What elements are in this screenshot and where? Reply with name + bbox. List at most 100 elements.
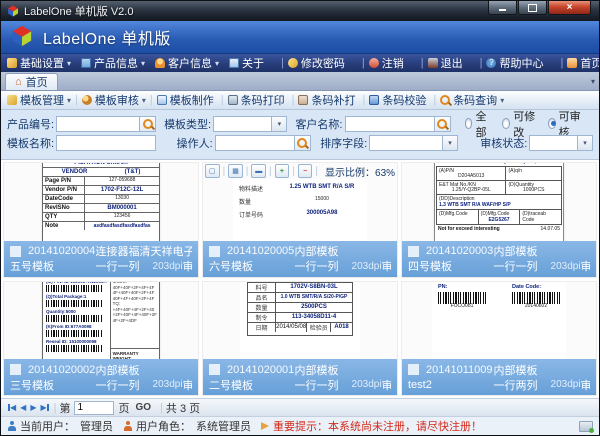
template-card[interactable]: 料号1702V-S8BN-03L 品名1.0 WTB SMT/R/A S/20-… bbox=[202, 281, 398, 397]
menu-customer-info[interactable]: 客户信息▾ bbox=[155, 55, 219, 71]
current-user: 管理员 bbox=[80, 418, 113, 434]
view-list-icon[interactable]: ▬ bbox=[251, 164, 266, 178]
zoom-ratio-label: 显示比例：63% bbox=[325, 164, 395, 179]
menu-change-password[interactable]: 修改密码 bbox=[288, 55, 348, 71]
tab-home[interactable]: ⌂ 首页 bbox=[5, 73, 58, 90]
card-checkbox[interactable] bbox=[209, 246, 220, 257]
card-footer: 20141020003内部模板 四号模板一行一列203dpi审核：✓ bbox=[402, 241, 596, 277]
app-window: LabelOne 单机版 V2.0 × LabelOne 单机版 基础设置▾ 产… bbox=[0, 0, 600, 436]
template-manage-icon bbox=[7, 95, 17, 105]
prev-page-button[interactable]: ◀ bbox=[20, 403, 26, 412]
product-no-search-button[interactable] bbox=[139, 116, 156, 132]
customer-input[interactable] bbox=[345, 116, 434, 132]
operator-input[interactable] bbox=[215, 135, 294, 151]
filter-panel: 产品编号: 模板类型: ▾ 客户名称: 全部 可修改 可审核 模板名称: 操作人… bbox=[1, 110, 599, 160]
template-type-select[interactable]: ▾ bbox=[213, 116, 287, 132]
status-bar: 当前用户： 管理员 用户角色： 系统管理员 重要提示：本系统尚未注册，请尽快注册… bbox=[1, 416, 599, 435]
role-icon bbox=[123, 421, 133, 431]
verify-icon bbox=[369, 95, 379, 105]
toolbar-template-audit[interactable]: 模板审核▾ bbox=[82, 92, 146, 108]
page-number-input[interactable] bbox=[74, 401, 114, 415]
card-checkbox[interactable] bbox=[209, 364, 220, 375]
window-title: LabelOne 单机版 V2.0 bbox=[24, 3, 133, 19]
app-logo-icon bbox=[11, 25, 33, 50]
menu-home-switch[interactable]: 首页切换▾ bbox=[567, 55, 600, 71]
toolbar-barcode-reprint[interactable]: 条码补打 bbox=[298, 92, 358, 108]
menu-basic-settings[interactable]: 基础设置▾ bbox=[7, 55, 71, 71]
printer-status-icon[interactable] bbox=[579, 421, 593, 432]
maximize-button[interactable] bbox=[518, 1, 547, 15]
menu-bar: 基础设置▾ 产品信息▾ 客户信息▾ 关于| 修改密码| 注销| 退出| ?帮助中… bbox=[1, 54, 599, 72]
template-card[interactable]: E&T E&T Electronics(Suzhou) Co.,Ltd (A)P… bbox=[401, 162, 597, 278]
zoom-out-icon[interactable]: − bbox=[298, 164, 313, 178]
barcode bbox=[46, 345, 102, 352]
next-page-button[interactable]: ▶ bbox=[30, 403, 36, 412]
search-icon bbox=[440, 95, 450, 105]
pagination-bar: ◀ ◀ ▶ ▶ | 第 页 GO | 共 3 页 bbox=[1, 398, 599, 416]
close-button[interactable]: × bbox=[548, 1, 591, 15]
menu-help-center[interactable]: ?帮助中心 bbox=[486, 55, 546, 71]
audit-status-select[interactable]: ▾ bbox=[529, 135, 593, 151]
label-preview: PISATRON Unitron VENDOR(T&T) Page P/N127… bbox=[4, 163, 198, 241]
menu-logout[interactable]: 注销 bbox=[369, 55, 407, 71]
template-audit-icon bbox=[82, 95, 92, 105]
minimize-button[interactable] bbox=[488, 1, 517, 15]
sort-field-select[interactable]: ▾ bbox=[369, 135, 458, 151]
menu-about[interactable]: 关于 bbox=[229, 55, 267, 71]
view-thumbnail-icon[interactable]: ▦ bbox=[228, 164, 243, 178]
first-page-button[interactable]: ◀ bbox=[8, 403, 16, 412]
app-logo-icon bbox=[7, 5, 19, 17]
view-detail-icon[interactable]: ▢ bbox=[205, 164, 220, 178]
radio-icon bbox=[502, 118, 510, 129]
toolbar-template-make[interactable]: 模板制作 bbox=[157, 92, 217, 108]
customer-search-button[interactable] bbox=[434, 116, 451, 132]
card-checkbox[interactable] bbox=[408, 246, 419, 257]
search-icon bbox=[437, 119, 447, 129]
template-grid: PISATRON Unitron VENDOR(T&T) Page P/N127… bbox=[1, 160, 599, 398]
card-checkbox[interactable] bbox=[10, 364, 21, 375]
chevron-down-icon: ▾ bbox=[500, 96, 504, 105]
operator-search-button[interactable] bbox=[294, 135, 311, 151]
label-preview: E&T E&T Electronics(Suzhou) Co.,Ltd (A)P… bbox=[402, 163, 596, 241]
tab-overflow-icon[interactable]: ▾ bbox=[591, 77, 595, 86]
chevron-down-icon: ▾ bbox=[141, 59, 145, 68]
chevron-down-icon: ▾ bbox=[448, 139, 452, 147]
go-button[interactable]: GO bbox=[135, 402, 151, 413]
customer-icon bbox=[155, 58, 165, 68]
menu-exit[interactable]: 退出 bbox=[428, 55, 466, 71]
toolbar-barcode-query[interactable]: 条码查询▾ bbox=[440, 92, 504, 108]
template-make-icon bbox=[157, 95, 167, 105]
card-footer: 20141020004连接器福清天祥电子配件有... 五号模板一行一列203dp… bbox=[4, 241, 198, 277]
template-card[interactable]: PISATRON Unitron VENDOR(T&T) Page P/N127… bbox=[3, 162, 199, 278]
barcode bbox=[46, 285, 102, 292]
template-card[interactable]: (M) P/N: ID-102000+H11059A (Q)Total Pack… bbox=[3, 281, 199, 397]
toolbar-barcode-print[interactable]: 条码打印 bbox=[228, 92, 288, 108]
zoom-in-icon[interactable]: + bbox=[275, 164, 290, 178]
tab-bar: ⌂ 首页 ▾ bbox=[1, 72, 599, 91]
toolbar-template-manage[interactable]: 模板管理▾ bbox=[7, 92, 71, 108]
register-warning: 重要提示：本系统尚未注册，请尽快注册！ bbox=[273, 418, 482, 434]
template-card[interactable]: ▢| ▦| ▬| +| −| 显示比例：63% 料号47-7501226 物料描… bbox=[202, 162, 398, 278]
toolbar-barcode-verify[interactable]: 条码校验 bbox=[369, 92, 429, 108]
template-name-input[interactable] bbox=[56, 135, 156, 151]
label-preview: PN:FOCO081 Date Code:20140602 bbox=[402, 282, 596, 360]
card-checkbox[interactable] bbox=[408, 364, 419, 375]
product-icon bbox=[81, 58, 91, 68]
card-footer: 20141020002内部模板 三号模板一行一列203dpi审核：✓ bbox=[4, 359, 198, 395]
home-icon: ⌂ bbox=[15, 76, 22, 88]
last-page-button[interactable]: ▶ bbox=[40, 403, 48, 412]
barcode bbox=[46, 300, 102, 307]
search-icon bbox=[297, 138, 307, 148]
card-checkbox[interactable] bbox=[10, 246, 21, 257]
chevron-down-icon: ▾ bbox=[67, 59, 71, 68]
product-no-input[interactable] bbox=[56, 116, 139, 132]
chevron-down-icon: ▾ bbox=[583, 139, 587, 147]
about-icon bbox=[229, 58, 239, 68]
help-icon: ? bbox=[486, 58, 496, 68]
card-footer: 20141020001内部模板 二号模板一行一列203dpi审核：− bbox=[203, 359, 397, 395]
switch-icon bbox=[567, 58, 577, 68]
menu-product-info[interactable]: 产品信息▾ bbox=[81, 55, 145, 71]
settings-icon bbox=[7, 58, 17, 68]
template-card[interactable]: PN:FOCO081 Date Code:20140602 2014101100… bbox=[401, 281, 597, 397]
key-icon bbox=[288, 58, 298, 68]
